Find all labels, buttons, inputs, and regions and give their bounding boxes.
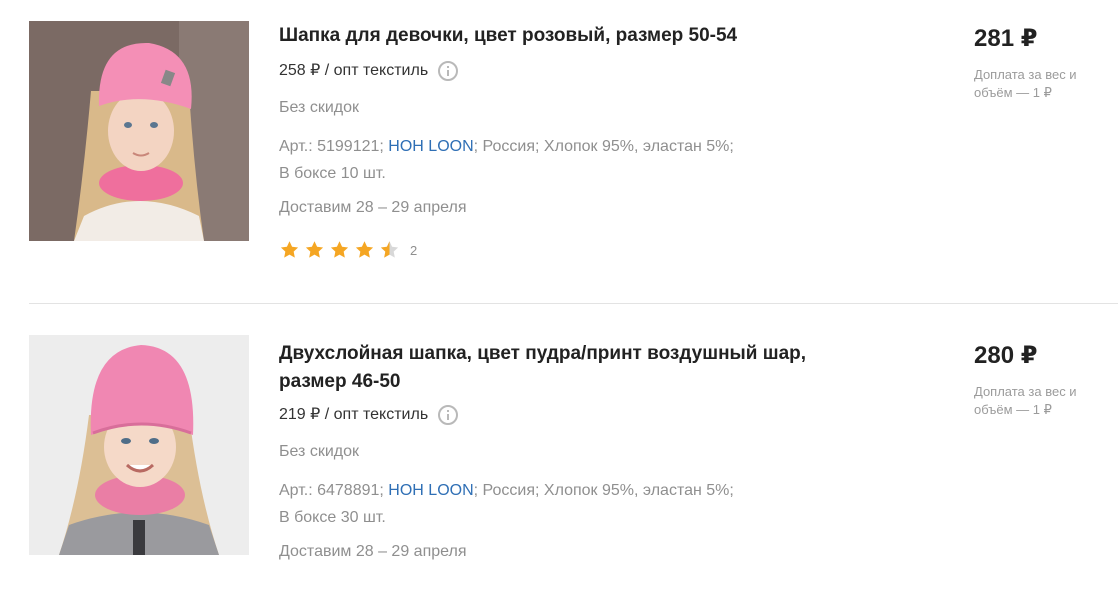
- surcharge-note: Доплата за вес и объём — 1 ₽: [974, 67, 1077, 100]
- info-icon[interactable]: [438, 61, 459, 81]
- article-number: Арт.: 5199121;: [279, 138, 389, 155]
- divider: [29, 303, 1118, 304]
- product-title[interactable]: Двухслойная шапка, цвет пудра/принт возд…: [279, 340, 869, 396]
- product-info: Шапка для девочки, цвет розовый, размер …: [279, 22, 879, 262]
- star-icon: [305, 241, 324, 258]
- product-image[interactable]: [29, 335, 249, 555]
- wholesale-price: 219 ₽ / опт текстиль: [279, 404, 879, 426]
- girl-pink-hat-photo: [29, 21, 249, 241]
- price-block: 280 ₽ Доплата за вес и объём — 1 ₽: [974, 341, 1114, 419]
- product-card: Шапка для девочки, цвет розовый, размер …: [0, 0, 1118, 304]
- reviews-count[interactable]: 2: [410, 243, 417, 258]
- product-title[interactable]: Шапка для девочки, цвет розовый, размер …: [279, 22, 869, 50]
- specs-origin-material: ; Россия; Хлопок 95%, эластан 5%;: [473, 482, 734, 499]
- box-quantity: В боксе 30 шт.: [279, 509, 386, 526]
- brand-link[interactable]: HOH LOON: [388, 482, 473, 499]
- wholesale-price: 258 ₽ / опт текстиль: [279, 60, 879, 82]
- info-icon[interactable]: [438, 405, 459, 425]
- box-quantity: В боксе 10 шт.: [279, 165, 386, 182]
- delivery-date: Доставим 28 – 29 апреля: [279, 199, 467, 216]
- product-card: Двухслойная шапка, цвет пудра/принт возд…: [0, 305, 1118, 614]
- product-info: Двухслойная шапка, цвет пудра/принт возд…: [279, 340, 879, 563]
- delivery-date: Доставим 28 – 29 апреля: [279, 543, 467, 560]
- product-specs: Арт.: 5199121; HOH LOON; Россия; Хлопок …: [279, 133, 879, 187]
- wholesale-price-text: 258 ₽ / опт текстиль: [279, 62, 429, 79]
- product-specs: Арт.: 6478891; HOH LOON; Россия; Хлопок …: [279, 477, 879, 531]
- discount-status: Без скидок: [279, 99, 359, 116]
- product-price: 280 ₽: [974, 342, 1038, 369]
- product-price: 281 ₽: [974, 25, 1038, 52]
- price-block: 281 ₽ Доплата за вес и объём — 1 ₽: [974, 24, 1114, 102]
- specs-origin-material: ; Россия; Хлопок 95%, эластан 5%;: [473, 138, 734, 155]
- product-list: Шапка для девочки, цвет розовый, размер …: [0, 0, 1118, 614]
- article-number: Арт.: 6478891;: [279, 482, 389, 499]
- wholesale-price-text: 219 ₽ / опт текстиль: [279, 406, 429, 423]
- star-icon: [280, 241, 299, 258]
- rating[interactable]: 2: [279, 238, 879, 262]
- product-image[interactable]: [29, 21, 249, 241]
- surcharge-note: Доплата за вес и объём — 1 ₽: [974, 384, 1077, 417]
- discount-status: Без скидок: [279, 443, 359, 460]
- star-icon: [355, 241, 374, 258]
- star-icon: [330, 241, 349, 258]
- brand-link[interactable]: HOH LOON: [388, 138, 473, 155]
- girl-pink-beanie-photo: [29, 335, 249, 555]
- star-half-icon: [380, 241, 399, 258]
